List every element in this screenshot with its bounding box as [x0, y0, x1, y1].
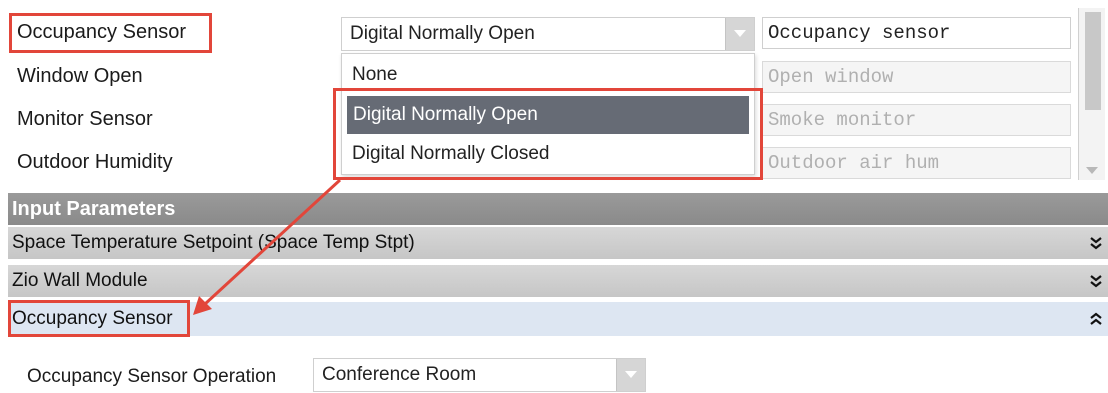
annotation-arrow [193, 178, 342, 315]
